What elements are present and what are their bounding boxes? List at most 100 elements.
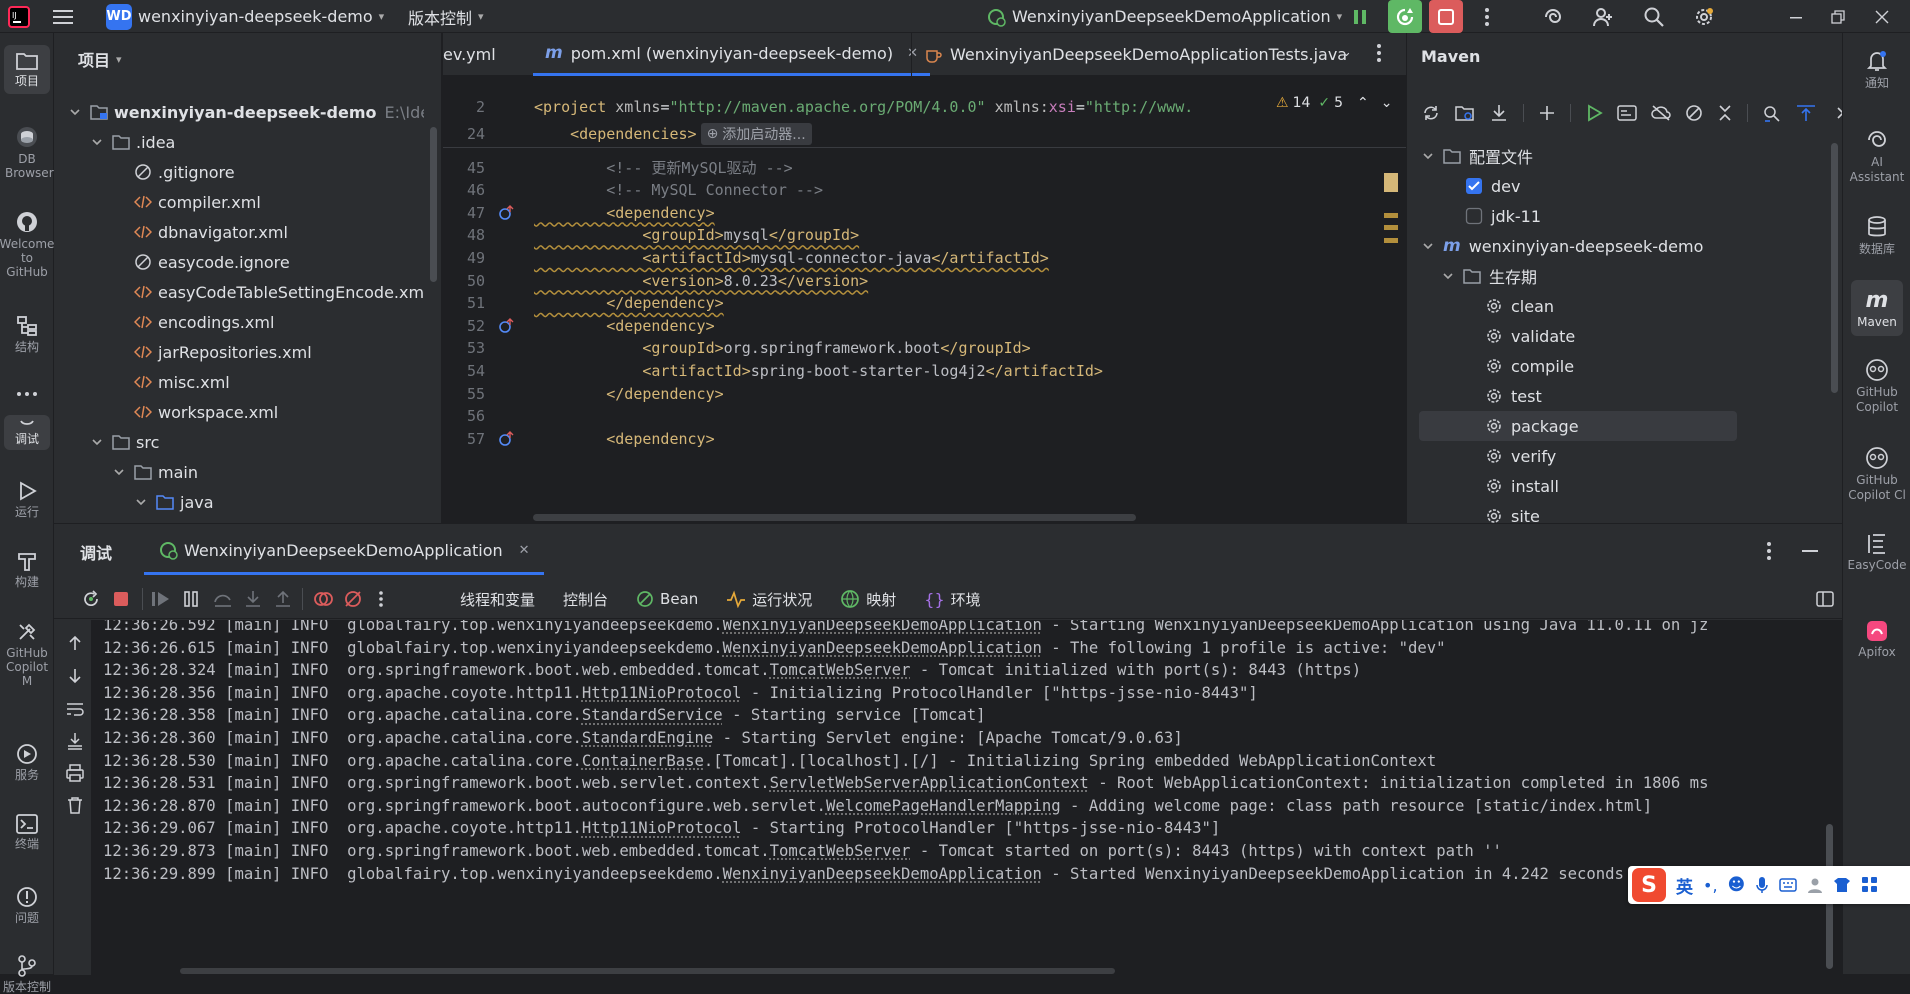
- tool-copilot-chat[interactable]: GitHub Copilot Cl: [1843, 446, 1910, 503]
- stop-icon[interactable]: [110, 588, 132, 610]
- tree-row[interactable]: src: [90, 427, 159, 457]
- tab-pom-xml[interactable]: m pom.xml (wenxinyiyan-deepseek-demo) ✕: [533, 33, 930, 76]
- add-icon[interactable]: [1538, 104, 1556, 122]
- toolbox-icon[interactable]: [1861, 876, 1879, 894]
- code-line[interactable]: 57 <dependency>: [443, 425, 1406, 452]
- console-class[interactable]: StandardService: [582, 706, 723, 724]
- chevron-down-icon[interactable]: [90, 135, 104, 149]
- step-over-icon[interactable]: [212, 588, 234, 610]
- search-icon[interactable]: [1641, 4, 1667, 30]
- chevron-down-icon[interactable]: ⌄: [1381, 95, 1393, 111]
- tree-row[interactable]: .gitignore: [134, 157, 235, 187]
- tree-row[interactable]: easyCodeTableSettingEncode.xml: [134, 277, 424, 307]
- project-switcher[interactable]: WD wenxinyiyan-deepseek-demo ▾: [106, 0, 384, 33]
- tabs-more-icon[interactable]: [1376, 43, 1382, 63]
- intellij-logo-icon[interactable]: IJ: [6, 4, 32, 30]
- minimize-window-icon[interactable]: [1783, 4, 1809, 30]
- tree-row-root[interactable]: wenxinyiyan-deepseek-demo E:\IdeaProj: [68, 97, 424, 127]
- run-config-icon[interactable]: [1617, 104, 1637, 122]
- more-icon[interactable]: [370, 588, 392, 610]
- skip-tests-icon[interactable]: [1685, 104, 1703, 122]
- tool-notifications[interactable]: 通知: [1843, 49, 1910, 91]
- maven-tree-row[interactable]: dev: [1465, 171, 1520, 201]
- rerun-icon[interactable]: [80, 588, 102, 610]
- tool-structure[interactable]: 结构: [0, 315, 54, 354]
- maven-scrollbar[interactable]: [1831, 143, 1838, 393]
- tool-copilot[interactable]: GitHub Copilot: [1843, 358, 1910, 415]
- user-icon[interactable]: [1807, 877, 1823, 893]
- maven-tree-row[interactable]: validate: [1485, 321, 1575, 351]
- console-class[interactable]: Http11NioProtocol: [582, 684, 742, 702]
- add-user-icon[interactable]: [1590, 4, 1616, 30]
- tool-debug[interactable]: 调试: [4, 415, 50, 450]
- checkbox-checked-icon[interactable]: [1465, 177, 1483, 195]
- analyze-deps-icon[interactable]: [1762, 104, 1782, 122]
- subtab-console[interactable]: 控制台: [549, 589, 622, 610]
- download-icon[interactable]: [1489, 103, 1509, 123]
- console-class[interactable]: ServletWebServerApplicationContext: [770, 774, 1089, 792]
- run-config-selector[interactable]: WenxinyiyanDeepseekDemoApplication ▾: [986, 0, 1342, 33]
- minimize-panel-icon[interactable]: [1802, 550, 1818, 552]
- ai-swirl-icon[interactable]: [1540, 4, 1566, 30]
- project-scrollbar[interactable]: [430, 127, 437, 282]
- tool-ai-assistant[interactable]: AI Assistant: [1843, 128, 1910, 185]
- project-view-selector[interactable]: 项目 ▾: [78, 47, 122, 71]
- tree-row[interactable]: .idea: [90, 127, 175, 157]
- show-deps-icon[interactable]: [1796, 104, 1816, 122]
- close-window-icon[interactable]: [1869, 4, 1895, 30]
- layout-settings-icon[interactable]: [1814, 588, 1836, 610]
- rerun-debug-icon[interactable]: [1388, 0, 1422, 33]
- tool-welcome-github[interactable]: Welcome to GitHub: [0, 210, 54, 279]
- subtab-mapping[interactable]: 映射: [826, 589, 910, 610]
- more-tools-icon[interactable]: [0, 391, 54, 397]
- dependency-gutter-icon[interactable]: [497, 430, 515, 448]
- offline-mode-icon[interactable]: [1651, 104, 1671, 122]
- error-stripe-mark[interactable]: [1384, 173, 1398, 192]
- stop-icon[interactable]: [1429, 0, 1463, 33]
- inspection-widget[interactable]: ⚠ 14 ✓ 5 ⌃ ⌄: [1270, 95, 1393, 111]
- dependency-gutter-icon[interactable]: [497, 317, 515, 335]
- view-breakpoints-icon[interactable]: [312, 588, 334, 610]
- chevron-down-icon[interactable]: [68, 105, 82, 119]
- restore-window-icon[interactable]: [1825, 4, 1851, 30]
- scroll-to-end-icon[interactable]: [64, 730, 86, 752]
- soft-wrap-icon[interactable]: [64, 698, 86, 720]
- console-class[interactable]: WenxinyiyanDeepseekDemoApplication: [723, 639, 1042, 657]
- resume-icon[interactable]: [150, 588, 172, 610]
- tool-db-browser[interactable]: DB Browser: [0, 125, 54, 180]
- ime-toolbar[interactable]: S 英 •, ☻: [1628, 866, 1910, 904]
- add-starter-hint[interactable]: ⊕ 添加启动器...: [701, 123, 812, 145]
- chevron-down-icon[interactable]: [134, 495, 148, 509]
- console-class[interactable]: ContainerBase: [582, 752, 704, 770]
- sogou-logo-icon[interactable]: S: [1632, 868, 1666, 902]
- maven-tree-row[interactable]: 配置文件: [1421, 141, 1533, 171]
- tree-row[interactable]: encodings.xml: [134, 307, 274, 337]
- tool-build[interactable]: 构建: [0, 550, 54, 589]
- error-stripe-mark[interactable]: [1384, 225, 1398, 230]
- maven-tree-row[interactable]: install: [1485, 471, 1559, 501]
- maven-tree-row[interactable]: clean: [1485, 291, 1554, 321]
- tab-ev-yml[interactable]: ev.yml: [443, 33, 496, 76]
- scroll-up-icon[interactable]: [64, 632, 86, 654]
- tree-row[interactable]: java: [134, 487, 214, 517]
- maven-tree-row[interactable]: package: [1419, 411, 1737, 441]
- chevron-down-icon[interactable]: [90, 435, 104, 449]
- tree-row[interactable]: main: [112, 457, 198, 487]
- maven-tree-row[interactable]: compile: [1485, 351, 1574, 381]
- subtab-threads[interactable]: 线程和变量: [446, 589, 549, 610]
- console-class[interactable]: WelcomePageHandlerMapping: [826, 797, 1061, 815]
- debug-session-tab[interactable]: WenxinyiyanDeepseekDemoApplication ✕: [144, 528, 544, 575]
- emoji-icon[interactable]: ☻: [1728, 875, 1746, 895]
- chevron-down-icon[interactable]: [1421, 239, 1435, 253]
- mute-breakpoints-icon[interactable]: [342, 588, 364, 610]
- tool-services[interactable]: 服务: [0, 743, 54, 782]
- tree-row[interactable]: dbnavigator.xml: [134, 217, 288, 247]
- maven-tree-row[interactable]: test: [1485, 381, 1542, 411]
- subtab-health[interactable]: 运行状况: [712, 589, 826, 610]
- sticky-line[interactable]: 2 <project xmlns="http://maven.apache.or…: [443, 93, 1406, 120]
- code-area[interactable]: 45 <!-- 更新MySQL驱动 --> 46 <!-- MySQL Conne…: [443, 154, 1406, 514]
- more-actions-icon[interactable]: [1474, 4, 1500, 30]
- console-output[interactable]: 12:36:26.592 [main] INFO globalfairy.top…: [92, 620, 1842, 975]
- tab-tests-java[interactable]: WenxinyiyanDeepseekDemoApplicationTests.…: [911, 33, 1359, 76]
- checkbox-icon[interactable]: [1465, 207, 1483, 225]
